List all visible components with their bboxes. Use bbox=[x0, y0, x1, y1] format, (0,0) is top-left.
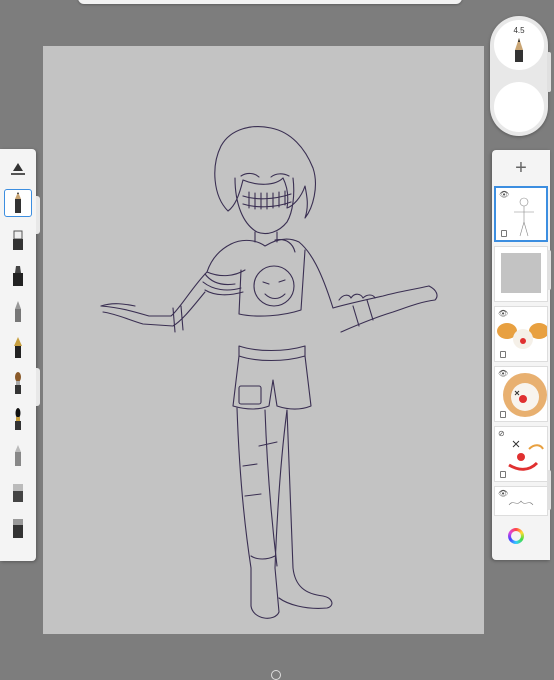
drawing-canvas[interactable] bbox=[43, 46, 484, 634]
brush-size-control[interactable]: 4.5 bbox=[494, 20, 544, 70]
character-sketch bbox=[100, 126, 438, 619]
airbrush-icon bbox=[15, 445, 21, 466]
layer-clown-face[interactable]: 👁 bbox=[494, 366, 548, 422]
bottom-handle-icon[interactable] bbox=[271, 670, 281, 680]
toolbar-grip[interactable] bbox=[36, 368, 40, 406]
lock-icon[interactable] bbox=[500, 351, 506, 358]
brush-opacity-control[interactable] bbox=[494, 82, 544, 132]
marker-tool[interactable] bbox=[4, 262, 32, 290]
airbrush-tool[interactable] bbox=[4, 442, 32, 470]
marker-icon bbox=[13, 266, 23, 286]
ink-brush-icon bbox=[15, 408, 21, 430]
smudge-icon bbox=[13, 484, 23, 502]
visibility-eye-icon[interactable]: 👁 bbox=[498, 309, 508, 318]
fountain-pen-tool[interactable] bbox=[4, 334, 32, 362]
lock-icon[interactable] bbox=[500, 471, 506, 478]
smudge-tool[interactable] bbox=[4, 478, 32, 506]
layer-clown-features[interactable]: ⊘ bbox=[494, 426, 548, 482]
paint-brush-icon bbox=[15, 372, 21, 394]
pencil-tool[interactable] bbox=[4, 189, 32, 217]
layers-edge-handle[interactable] bbox=[547, 250, 551, 290]
color-wheel-icon[interactable] bbox=[508, 528, 524, 544]
paint-brush-tool[interactable] bbox=[4, 370, 32, 398]
toolbar-grip[interactable] bbox=[36, 196, 40, 234]
ballpoint-pen-icon bbox=[15, 301, 21, 322]
lock-icon[interactable] bbox=[501, 230, 507, 237]
ruler-tool[interactable] bbox=[4, 155, 32, 183]
layer-sketch[interactable]: 👁 bbox=[494, 186, 548, 242]
pencil-icon bbox=[15, 192, 21, 213]
ballpoint-tool[interactable] bbox=[4, 298, 32, 326]
fill-icon bbox=[13, 519, 23, 538]
eraser-icon bbox=[13, 230, 23, 250]
pencil-icon bbox=[515, 38, 523, 62]
layer-gray[interactable] bbox=[494, 246, 548, 302]
gray-thumbnail bbox=[501, 253, 541, 293]
visibility-eye-icon[interactable]: 👁 bbox=[499, 190, 509, 199]
visibility-eye-icon[interactable]: 👁 bbox=[498, 369, 508, 378]
brush-toolbar bbox=[0, 149, 36, 561]
layer-clown-wig[interactable]: 👁 bbox=[494, 306, 548, 362]
ink-brush-tool[interactable] bbox=[4, 406, 32, 434]
hidden-eye-icon[interactable]: ⊘ bbox=[498, 429, 505, 438]
fountain-pen-icon bbox=[14, 337, 22, 358]
top-toolbar-edge[interactable] bbox=[78, 0, 462, 4]
layers-panel: + 👁 👁 👁 ⊘ 👁 bbox=[492, 150, 550, 560]
eraser-tool[interactable] bbox=[4, 226, 32, 254]
puck-edge-handle[interactable] bbox=[547, 52, 551, 92]
ruler-icon bbox=[11, 163, 25, 175]
add-layer-button[interactable]: + bbox=[492, 154, 550, 182]
visibility-eye-icon[interactable]: 👁 bbox=[498, 489, 508, 498]
fill-tool[interactable] bbox=[4, 514, 32, 542]
layer-scribble[interactable]: 👁 bbox=[494, 486, 548, 516]
lock-icon[interactable] bbox=[500, 411, 506, 418]
brush-puck[interactable]: 4.5 bbox=[490, 16, 548, 136]
layers-edge-handle[interactable] bbox=[547, 470, 551, 510]
